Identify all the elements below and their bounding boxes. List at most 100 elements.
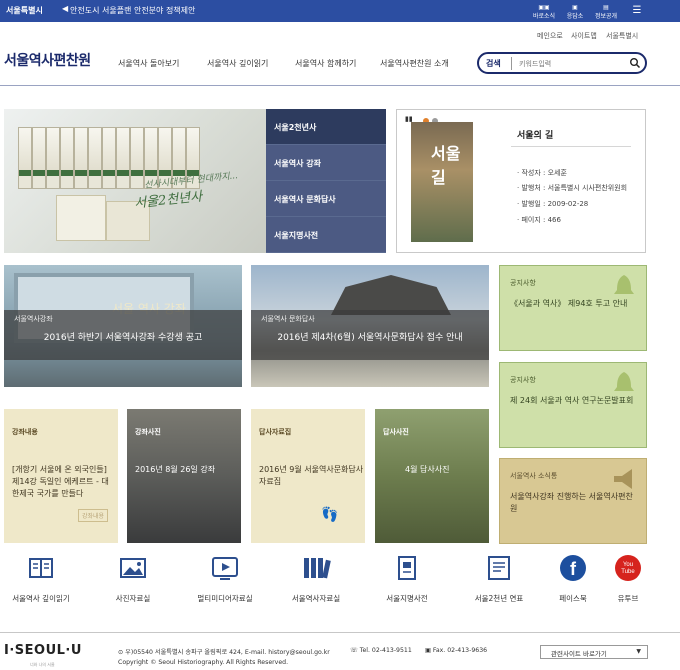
card-category: 답사자료집 bbox=[259, 428, 292, 436]
facebook-icon: f bbox=[560, 555, 586, 581]
nav-item-deep-read[interactable]: 서울역사 깊이읽기 bbox=[207, 58, 268, 69]
hero-tab-list: 서울2천년사 서울역사 강좌 서울역사 문화답사 서울지명사전 bbox=[266, 109, 386, 253]
quick-link-label: 서울지명사전 bbox=[386, 594, 428, 603]
nav-item-look-back[interactable]: 서울역사 돌아보기 bbox=[118, 58, 179, 69]
card-text: 4월 답사사진 bbox=[405, 465, 450, 474]
quick-link-label: 사진자료실 bbox=[115, 594, 151, 603]
nav-item-together[interactable]: 서울역사 함께하기 bbox=[295, 58, 356, 69]
banner-category: 서울역사 문화답사 bbox=[261, 315, 315, 323]
hero-tab-culture-tour[interactable]: 서울역사 문화답사 bbox=[266, 181, 386, 217]
quick-link-archive[interactable]: 서울역사자료실 bbox=[275, 553, 357, 603]
quick-info-button[interactable]: ▤ 정보공개 bbox=[592, 2, 620, 20]
quick-link-photos[interactable]: 사진자료실 bbox=[92, 553, 174, 603]
quick-link-label: 서울역사자료실 bbox=[291, 594, 341, 603]
notice-category: 공지사항 bbox=[510, 376, 536, 384]
book-image bbox=[60, 127, 74, 189]
footer-tel: ☏ Tel. 02-413-9511 bbox=[350, 647, 412, 654]
speaker-icon: ◀ bbox=[62, 4, 69, 13]
book-image bbox=[74, 127, 88, 189]
featured-book-card[interactable]: ▮▮ 서울 길 서울의 길 · 작성자 : 오세훈 · 발행처 : 서울특별시 … bbox=[396, 109, 646, 253]
hero-caption: 서울2천년사 bbox=[133, 189, 203, 212]
book-publisher: · 발행처 : 서울특별시 시사편찬위원회 bbox=[517, 184, 628, 192]
quick-link-timeline[interactable]: 서울2천년 연표 bbox=[458, 553, 540, 603]
dictionary-icon bbox=[398, 556, 416, 580]
site-title[interactable]: 서울역사편찬원 bbox=[4, 50, 91, 70]
search-icon[interactable] bbox=[629, 57, 641, 69]
quick-link-youtube[interactable]: You Tube 유투브 bbox=[587, 553, 669, 603]
book-image bbox=[116, 127, 130, 189]
card-category: 강좌사진 bbox=[135, 428, 161, 436]
nav-item-about[interactable]: 서울역사편찬원 소개 bbox=[380, 58, 449, 69]
util-link-sitemap[interactable]: 사이트맵 bbox=[571, 31, 597, 41]
related-sites-select[interactable]: 관련사이트 바로가기 ▼ bbox=[540, 645, 648, 659]
quick-link-deep-read[interactable]: 서울역사 깊이읽기 bbox=[0, 553, 82, 603]
footer-logo-sub: 너와 나의 서울 bbox=[30, 662, 55, 667]
bell-icon bbox=[614, 275, 634, 294]
banner-lecture[interactable]: 서울 역사 강좌 서울역사강좌 2016년 하반기 서울역사강좌 수강생 공고 bbox=[4, 265, 242, 387]
quick-link-multimedia[interactable]: 멀티미디어자료실 bbox=[184, 553, 266, 603]
book-image bbox=[46, 127, 60, 189]
card-badge: 강좌내용 bbox=[78, 509, 109, 522]
search-divider bbox=[511, 57, 512, 70]
card-lecture-photo[interactable]: 강좌사진 2016년 8월 26일 강좌 bbox=[127, 409, 241, 543]
history-news-box[interactable]: 서울역사 소식통 서울역사강좌 진행하는 서울역사편찬원 bbox=[499, 458, 647, 544]
hero-tab-place-dictionary[interactable]: 서울지명사전 bbox=[266, 217, 386, 253]
search-box: 검색 bbox=[477, 52, 647, 74]
footprints-icon: 👣 bbox=[321, 507, 339, 523]
notice-text: 제 24회 서울과 역사 연구논문발표회 bbox=[510, 396, 634, 405]
top-notice-link[interactable]: 안전도시 서울플랜 안전분야 정책제안 bbox=[70, 5, 195, 16]
youtube-icon: YouTube bbox=[615, 555, 641, 581]
banner-caption-strip: 서울역사강좌 2016년 하반기 서울역사강좌 수강생 공고 bbox=[4, 310, 242, 360]
notice-box-1[interactable]: 공지사항 《서울과 역사》 제94호 투고 안내 bbox=[499, 265, 647, 351]
notice-category: 공지사항 bbox=[510, 279, 536, 287]
hero-banner-image[interactable]: 선사시대부터 현대까지... 서울2천년사 bbox=[4, 109, 266, 253]
card-tour-materials[interactable]: 답사자료집 2016년 9월 서울역사문화답사자료집 👣 bbox=[251, 409, 365, 543]
footer-logo: I·SEOUL·U bbox=[4, 643, 82, 658]
quick-news-button[interactable]: ▣▣ 바로소식 bbox=[530, 2, 558, 20]
footer-divider bbox=[0, 632, 680, 633]
timeline-icon bbox=[488, 556, 510, 580]
quick-link-label: 유투브 bbox=[617, 594, 639, 603]
quick-link-dictionary[interactable]: 서울지명사전 bbox=[366, 553, 448, 603]
footer-fax: ▣ Fax. 02-413-9636 bbox=[425, 647, 488, 654]
footer-address: ⊙ 우)05540 서울특별시 송파구 올림픽로 424, E-mail. hi… bbox=[118, 649, 330, 656]
top-bar: 서울특별시 ◀ 안전도시 서울플랜 안전분야 정책제안 ▣▣ 바로소식 ▣ 응답소 … bbox=[0, 0, 680, 22]
related-sites-label: 관련사이트 바로가기 bbox=[551, 650, 607, 658]
book-pages: · 페이지 : 466 bbox=[517, 216, 561, 224]
card-text: 2016년 9월 서울역사문화답사자료집 bbox=[259, 465, 364, 486]
card-category: 답사사진 bbox=[383, 428, 409, 436]
card-text: 2016년 8월 26일 강좌 bbox=[135, 465, 216, 474]
seoul-city-logo[interactable]: 서울특별시 bbox=[6, 5, 43, 16]
archive-icon bbox=[304, 558, 331, 579]
banner-category: 서울역사강좌 bbox=[14, 315, 53, 323]
video-icon bbox=[212, 557, 238, 580]
banner-title: 2016년 제4차(6월) 서울역사문화답사 접수 안내 bbox=[277, 333, 463, 343]
card-tour-photo[interactable]: 답사사진 4월 답사사진 bbox=[375, 409, 489, 543]
book-image bbox=[32, 127, 46, 189]
card-lecture-content[interactable]: 강좌내용 [개항기 서울에 온 외국인들] 제14강 독일인 에케르트 - 대한… bbox=[4, 409, 118, 543]
quick-link-label: 서울2천년 연표 bbox=[474, 594, 524, 603]
util-link-main[interactable]: 메인으로 bbox=[537, 31, 563, 41]
quick-link-label: 서울역사 깊이읽기 bbox=[12, 594, 70, 603]
card-text: [개항기 서울에 온 외국인들] 제14강 독일인 에케르트 - 대한제국 국가… bbox=[12, 465, 109, 498]
quick-answer-button[interactable]: ▣ 응답소 bbox=[561, 2, 589, 20]
footer-copyright: Copyright © Seoul Historiography. All Ri… bbox=[118, 659, 289, 666]
search-label: 검색 bbox=[486, 59, 501, 68]
book-author: · 작성자 : 오세훈 bbox=[517, 169, 567, 177]
palace-roof-image bbox=[331, 275, 451, 315]
book-cover-image: 서울 길 bbox=[411, 122, 473, 242]
search-input[interactable] bbox=[519, 56, 624, 71]
menu-icon[interactable]: ☰ bbox=[623, 2, 651, 20]
notice-box-2[interactable]: 공지사항 제 24회 서울과 역사 연구논문발표회 bbox=[499, 362, 647, 448]
svg-text:You: You bbox=[623, 562, 633, 568]
svg-text:f: f bbox=[570, 559, 577, 579]
banner-title: 2016년 하반기 서울역사강좌 수강생 공고 bbox=[43, 333, 203, 343]
banner-culture-tour[interactable]: 서울역사 문화답사 2016년 제4차(6월) 서울역사문화답사 접수 안내 bbox=[251, 265, 489, 387]
hero-tab-2000-history[interactable]: 서울2천년사 bbox=[266, 109, 386, 145]
banner-caption-strip: 서울역사 문화답사 2016년 제4차(6월) 서울역사문화답사 접수 안내 bbox=[251, 310, 489, 360]
svg-text:Tube: Tube bbox=[621, 569, 635, 575]
book-cover-text: 서울 길 bbox=[431, 144, 461, 187]
util-link-seoul[interactable]: 서울특별시 bbox=[606, 31, 638, 41]
hero-tab-lecture[interactable]: 서울역사 강좌 bbox=[266, 145, 386, 181]
photo-icon bbox=[120, 558, 146, 578]
